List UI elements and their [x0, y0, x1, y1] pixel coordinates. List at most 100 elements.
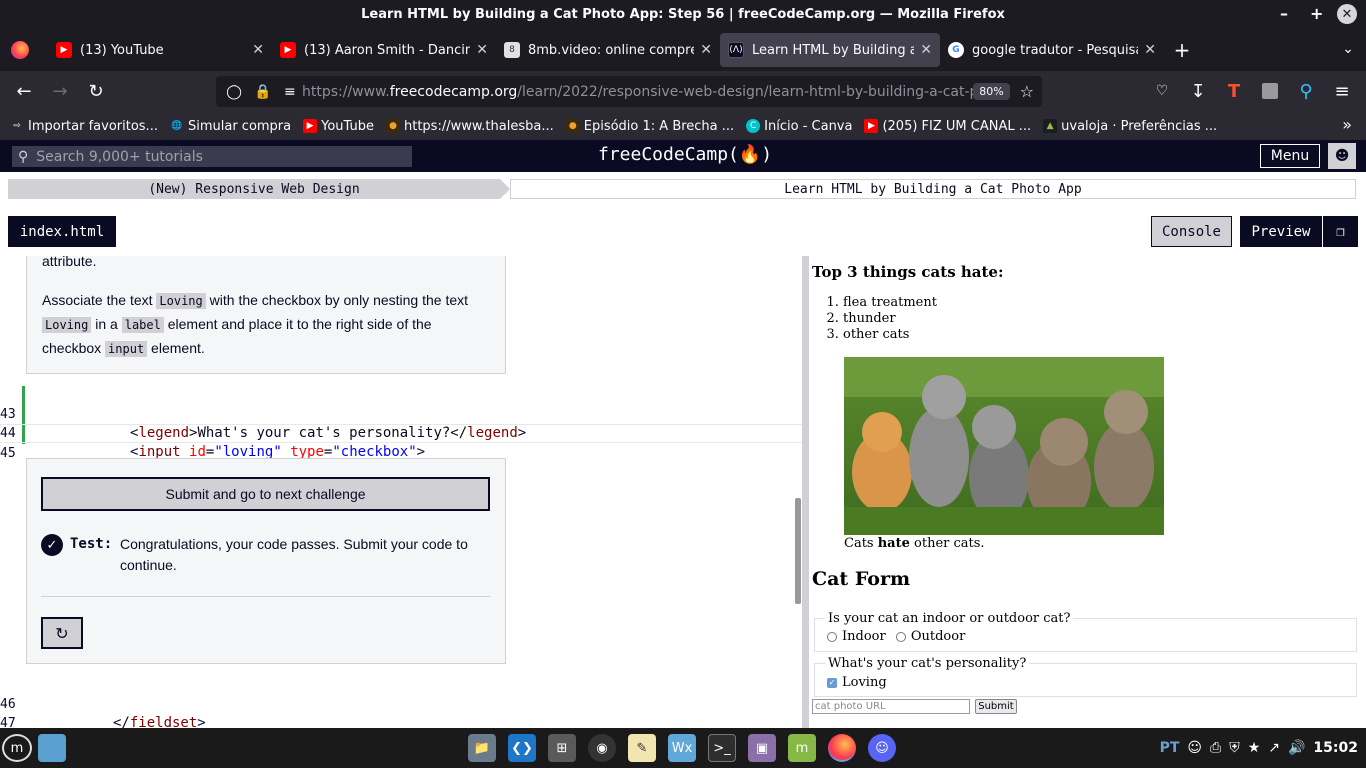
mint-menu-icon[interactable]: m	[2, 734, 32, 762]
clock[interactable]: 15:02	[1313, 740, 1358, 756]
globe-icon: 🌐	[171, 121, 183, 131]
mint-update-icon[interactable]: m	[788, 734, 816, 762]
tab-google-tradutor[interactable]: G google tradutor - Pesquisa G ✕	[940, 33, 1164, 67]
fcc-logo[interactable]: freeCodeCamp(🔥)	[598, 144, 772, 165]
avatar[interactable]: ☻	[1328, 143, 1356, 169]
shield-icon[interactable]: ◯	[226, 84, 242, 100]
tab-8mb-video[interactable]: 8 8mb.video: online compress ✕	[496, 33, 720, 67]
breadcrumb-block[interactable]: Learn HTML by Building a Cat Photo App	[510, 179, 1356, 199]
system-tray: PT ☺ ⎙ ⛨ ★ ↗ 🔊 15:02	[1152, 728, 1358, 768]
new-tab-icon[interactable]: +	[1164, 33, 1200, 67]
firefox-icon[interactable]	[828, 734, 856, 762]
bookmark-simular-compra[interactable]: 🌐 Simular compra	[170, 119, 291, 134]
bookmark-episodio[interactable]: ● Episódio 1: A Brecha ...	[565, 119, 734, 134]
permissions-icon[interactable]: ≡	[284, 84, 296, 100]
test-panel: Submit and go to next challenge ✓ Test: …	[26, 458, 506, 664]
bookmark-thalesba[interactable]: ● https://www.thalesba...	[386, 119, 554, 134]
tab-freecodecamp[interactable]: (Λ) Learn HTML by Building a C ✕	[720, 33, 940, 67]
downloads-icon[interactable]: ↧	[1180, 75, 1216, 107]
search-icon: ⚲	[18, 148, 29, 165]
close-window-icon[interactable]: ✕	[1337, 4, 1357, 24]
test-label: Test:	[70, 536, 113, 552]
popout-preview-icon[interactable]: ❐	[1323, 216, 1358, 247]
console-button[interactable]: Console	[1151, 216, 1232, 247]
star-icon[interactable]: ★	[1248, 740, 1261, 756]
bookmark-importar[interactable]: ⇨ Importar favoritos...	[10, 119, 158, 134]
reset-button[interactable]: ↻	[41, 617, 83, 649]
breadcrumb-superblock[interactable]: (New) Responsive Web Design	[8, 179, 510, 199]
reload-icon[interactable]: ↻	[78, 75, 114, 107]
minimize-icon[interactable]: –	[1280, 4, 1288, 23]
url-text[interactable]: https://www.freecodecamp.org/learn/2022/…	[302, 84, 973, 100]
volume-icon[interactable]: 🔊	[1288, 740, 1305, 756]
form-title: Cat Form	[812, 568, 911, 590]
close-tab-icon[interactable]: ✕	[476, 42, 488, 58]
cat-photo-url-input[interactable]: cat photo URL	[812, 699, 970, 714]
url-bar[interactable]: ◯ 🔒 ≡ https://www.freecodecamp.org/learn…	[216, 76, 1042, 107]
tab-youtube[interactable]: ▶ (13) YouTube ✕	[48, 33, 272, 67]
extension-image-icon[interactable]	[1252, 75, 1288, 107]
preview-button[interactable]: Preview	[1240, 216, 1322, 247]
search-input[interactable]: ⚲ Search 9,000+ tutorials	[12, 146, 412, 167]
bookmark-canva[interactable]: C Início - Canva	[746, 119, 852, 134]
test-message: Congratulations, your code passes. Submi…	[120, 536, 468, 573]
zoom-level[interactable]: 80%	[973, 83, 1010, 100]
code-line[interactable]: 47 <input type="text" name="catphotourl"…	[0, 695, 802, 728]
calculator-icon[interactable]: ⊞	[548, 734, 576, 762]
code-line[interactable]: 48 <button type="submit">Submit</button>	[0, 714, 802, 728]
video-editor-icon[interactable]: ▣	[748, 734, 776, 762]
code-line[interactable]: 44 <input id="loving" type="checkbox">	[0, 405, 802, 460]
file-tab-index[interactable]: index.html	[8, 216, 116, 247]
more-bookmarks-icon[interactable]: »	[1342, 115, 1352, 134]
fieldset-personality: What's your cat's personality? ✓ Loving	[814, 656, 1357, 697]
bookmark-fiz-um-canal[interactable]: ▶ (205) FIZ UM CANAL ...	[864, 119, 1031, 134]
menu-button[interactable]: Menu	[1260, 144, 1320, 168]
extension-t-icon[interactable]: T	[1216, 75, 1252, 107]
terminal-icon[interactable]: >_	[708, 734, 736, 762]
fieldset-indoor-outdoor: Is your cat an indoor or outdoor cat? In…	[814, 611, 1357, 652]
firefox-menu-icon[interactable]	[0, 33, 40, 67]
back-icon[interactable]: ←	[6, 75, 42, 107]
wx-icon[interactable]: Wx	[668, 734, 696, 762]
preview-submit-button[interactable]: Submit	[975, 699, 1017, 714]
radio-indoor[interactable]	[827, 631, 837, 642]
clipboard-icon[interactable]: ⎙	[1210, 740, 1221, 756]
list-tabs-icon[interactable]: ⌄	[1342, 41, 1354, 57]
close-tab-icon[interactable]: ✕	[252, 42, 264, 58]
checkbox-loving[interactable]: ✓	[827, 677, 837, 688]
freecodecamp-icon: (Λ)	[728, 42, 744, 58]
webcam-icon[interactable]: ◉	[588, 734, 616, 762]
files-icon[interactable]: 📁	[468, 734, 496, 762]
canva-icon: C	[746, 119, 761, 133]
bookmark-star-icon[interactable]: ☆	[1020, 82, 1034, 101]
maximize-icon[interactable]: +	[1310, 4, 1323, 23]
pane-divider[interactable]	[802, 256, 809, 728]
vscode-icon[interactable]: ❮❯	[508, 734, 536, 762]
pocket-icon[interactable]: ♡	[1144, 75, 1180, 107]
bookmark-uvaloja[interactable]: ▲ uvaloja · Preferências ...	[1043, 119, 1217, 134]
tab-aaron-smith[interactable]: ▶ (13) Aaron Smith - Dancin (K ✕	[272, 33, 496, 67]
text-editor-icon[interactable]: ✎	[628, 734, 656, 762]
discord-tray-icon[interactable]: ☺	[1187, 740, 1202, 756]
network-icon[interactable]: ↗	[1268, 740, 1280, 756]
forward-icon[interactable]: →	[42, 75, 78, 107]
close-tab-icon[interactable]: ✕	[1144, 42, 1156, 58]
submit-next-button[interactable]: Submit and go to next challenge	[41, 477, 490, 511]
youtube-icon: ▶	[56, 42, 72, 58]
close-tab-icon[interactable]: ✕	[920, 42, 932, 58]
editor-scrollbar[interactable]	[795, 498, 801, 604]
discord-icon[interactable]: ☺	[868, 734, 896, 762]
code-line[interactable]: 46 </fieldset>	[0, 676, 802, 728]
app-menu-icon[interactable]: ≡	[1324, 75, 1360, 107]
keyboard-layout[interactable]: PT	[1160, 740, 1180, 756]
cats-image	[844, 357, 1164, 535]
lock-icon[interactable]: 🔒	[254, 84, 271, 100]
bookmark-youtube[interactable]: ▶ YouTube	[303, 119, 374, 134]
code-line[interactable]: 43 <legend>What's your cat's personality…	[0, 386, 802, 441]
radio-outdoor[interactable]	[895, 631, 906, 642]
close-tab-icon[interactable]: ✕	[700, 42, 712, 58]
show-desktop-icon[interactable]	[38, 734, 66, 762]
extension-search-icon[interactable]: ⚲	[1288, 75, 1324, 107]
code-line-active[interactable]: 45 <label for="loving">Loving</label>	[0, 424, 802, 481]
shield-tray-icon[interactable]: ⛨	[1229, 740, 1240, 756]
